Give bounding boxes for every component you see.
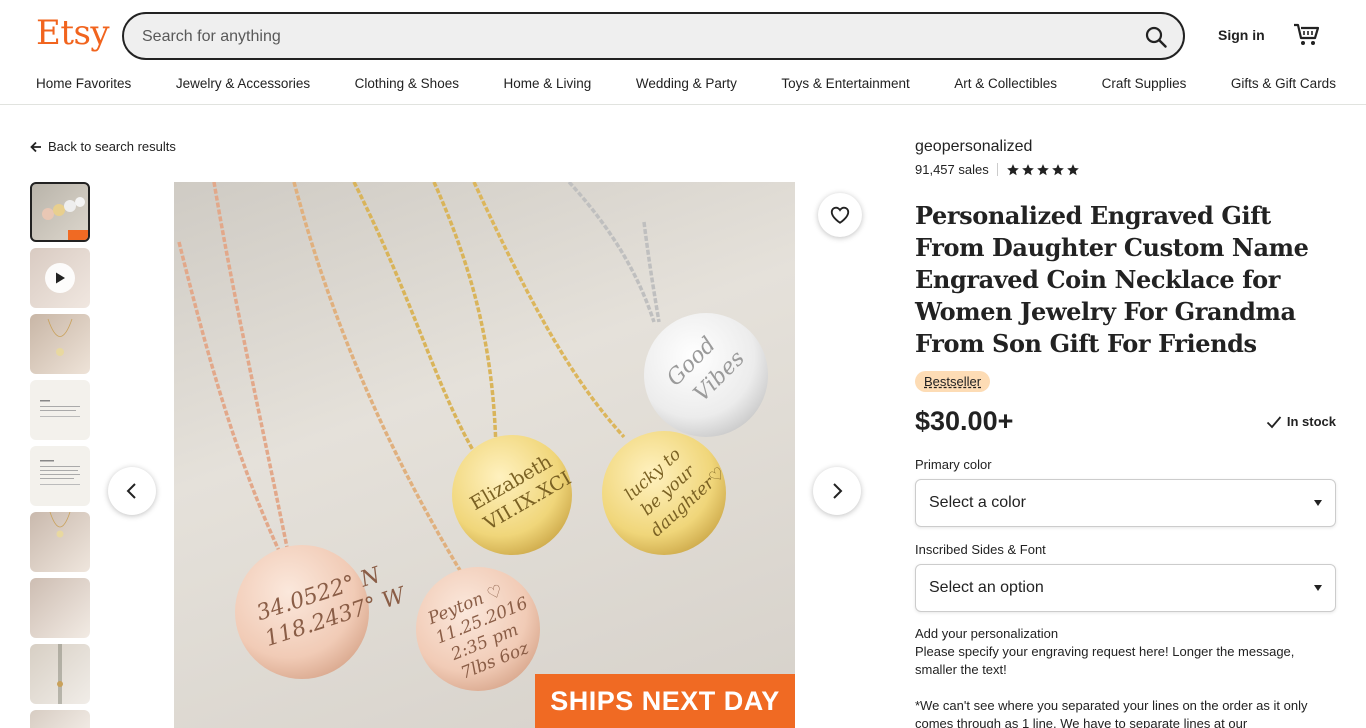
inscribed-sides-value: Select an option — [929, 579, 1044, 596]
bestseller-badge[interactable]: Bestseller — [915, 371, 991, 392]
nav-home-living[interactable]: Home & Living — [504, 76, 592, 91]
favorite-button[interactable] — [818, 193, 862, 237]
nav-art-collectibles[interactable]: Art & Collectibles — [954, 76, 1057, 91]
sales-count: 91,457 sales — [915, 162, 989, 177]
search-bar — [122, 12, 1185, 60]
back-to-results-link[interactable]: Back to search results — [30, 139, 176, 154]
thumbnail-3[interactable] — [30, 314, 90, 374]
nav-wedding-party[interactable]: Wedding & Party — [636, 76, 737, 91]
nav-toys-entertainment[interactable]: Toys & Entertainment — [781, 76, 909, 91]
thumbnail-5[interactable] — [30, 446, 90, 506]
shop-stats: 91,457 sales — [915, 162, 1336, 177]
star-icon — [1036, 163, 1049, 175]
search-input[interactable] — [142, 25, 1102, 49]
stock-status: In stock — [1266, 414, 1336, 430]
nav-gifts-gift-cards[interactable]: Gifts & Gift Cards — [1231, 76, 1336, 91]
search-icon — [1145, 26, 1167, 48]
stock-label: In stock — [1286, 414, 1336, 429]
thumbnail-4[interactable] — [30, 380, 90, 440]
back-link-label: Back to search results — [48, 139, 176, 154]
thumbnail-6[interactable] — [30, 512, 90, 572]
star-icon — [1006, 163, 1019, 175]
prev-image-button[interactable] — [108, 467, 156, 515]
caret-down-icon — [1314, 500, 1322, 506]
main-product-image: 34.0522° N 118.2437° W Peyton ♡ 11.25.20… — [174, 182, 795, 728]
chevron-left-icon — [126, 483, 136, 499]
personalization-label: Add your personalization — [915, 626, 1059, 641]
check-icon — [1266, 415, 1282, 428]
thumbnail-8[interactable] — [30, 644, 90, 704]
inscribed-sides-label: Inscribed Sides & Font — [915, 542, 1046, 557]
listing-details: geopersonalized 91,457 sales Personalize… — [915, 138, 1336, 728]
nav-jewelry-accessories[interactable]: Jewelry & Accessories — [176, 76, 310, 91]
personalization-instructions: Please specify your engraving request he… — [915, 644, 1295, 677]
nav-home-favorites[interactable]: Home Favorites — [36, 76, 131, 91]
necklace-thumb-image — [42, 197, 88, 240]
category-nav: Home Favorites Jewelry & Accessories Clo… — [36, 76, 1336, 91]
rating-stars[interactable] — [1006, 163, 1080, 177]
thumbnail-video[interactable] — [30, 248, 90, 308]
primary-color-select[interactable]: Select a color — [915, 479, 1336, 527]
cart-button[interactable] — [1293, 22, 1320, 48]
cart-icon — [1294, 23, 1320, 45]
chevron-right-icon — [833, 483, 843, 499]
primary-color-label: Primary color — [915, 457, 992, 472]
listing-title: Personalized Engraved Gift From Daughter… — [915, 201, 1309, 358]
inscribed-sides-select[interactable]: Select an option — [915, 564, 1336, 612]
thumbnail-1[interactable] — [30, 182, 90, 242]
primary-color-value: Select a color — [929, 494, 1026, 511]
star-icon — [1021, 163, 1034, 175]
shop-name-link[interactable]: geopersonalized — [915, 138, 1336, 156]
price-row: $30.00+ In stock — [915, 406, 1336, 437]
personalization-note: *We can't see where you separated your l… — [915, 698, 1308, 728]
search-button[interactable] — [1137, 18, 1175, 56]
caret-down-icon — [1314, 585, 1322, 591]
divider — [996, 163, 998, 176]
nav-craft-supplies[interactable]: Craft Supplies — [1102, 76, 1187, 91]
play-icon — [45, 263, 75, 293]
heart-icon — [830, 206, 850, 224]
site-header: Etsy Sign in Home Favorites Jewelry & Ac… — [0, 0, 1366, 105]
star-icon — [1051, 163, 1064, 175]
price: $30.00+ — [915, 406, 1014, 436]
sign-in-link[interactable]: Sign in — [1218, 27, 1265, 43]
thumbnail-list — [30, 182, 90, 728]
thumbnail-9[interactable] — [30, 710, 90, 728]
ships-next-day-banner: SHIPS NEXT DAY — [535, 674, 795, 728]
etsy-logo[interactable]: Etsy — [36, 13, 110, 53]
necklace-photo: 34.0522° N 118.2437° W Peyton ♡ 11.25.20… — [177, 182, 768, 691]
thumbnail-7[interactable] — [30, 578, 90, 638]
star-icon — [1066, 163, 1079, 175]
nav-clothing-shoes[interactable]: Clothing & Shoes — [355, 76, 459, 91]
arrow-left-icon — [30, 141, 41, 152]
next-image-button[interactable] — [813, 467, 861, 515]
